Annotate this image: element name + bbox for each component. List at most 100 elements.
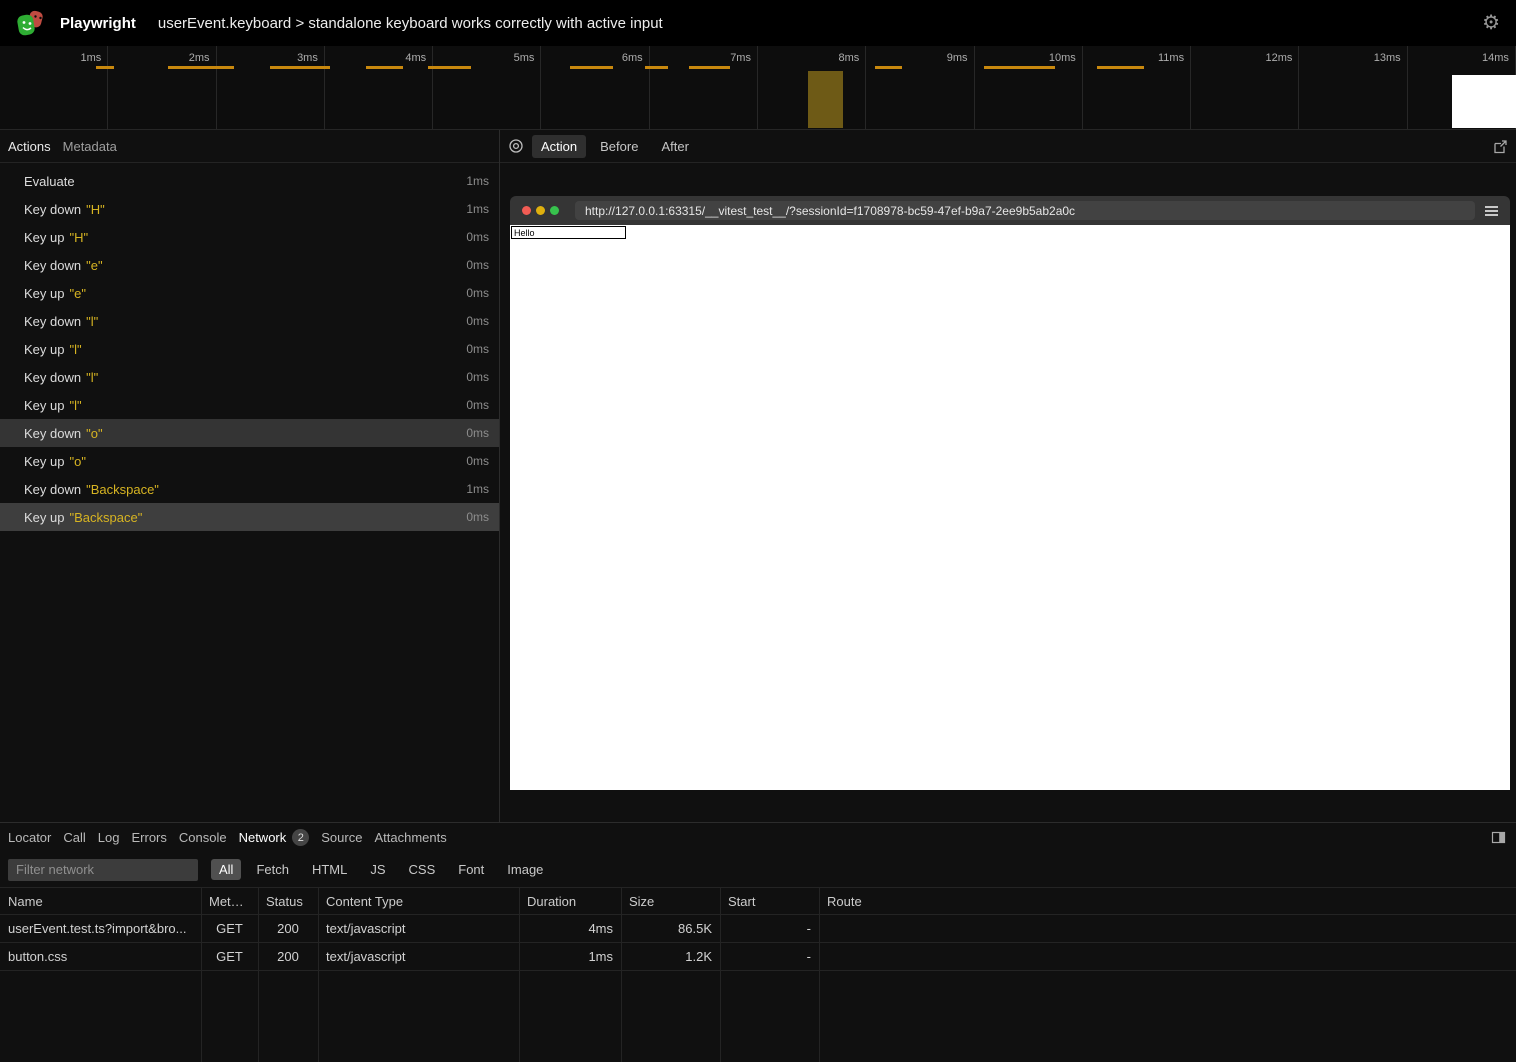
action-title: Key down (24, 426, 81, 441)
tab-action[interactable]: Action (532, 135, 586, 158)
action-row[interactable]: Key down"e"0ms (0, 251, 499, 279)
timeline-column: 10ms (975, 46, 1083, 129)
table-row[interactable]: userEvent.test.ts?import&bro...GET200tex… (0, 915, 1516, 943)
action-param: "Backspace" (69, 510, 142, 525)
column-header[interactable]: Method (201, 894, 258, 909)
filter-chip-css[interactable]: CSS (401, 859, 444, 880)
action-row[interactable]: Key down"Backspace"1ms (0, 475, 499, 503)
traffic-light-dots (522, 206, 559, 215)
test-title: userEvent.keyboard > standalone keyboard… (158, 15, 663, 32)
tab-actions[interactable]: Actions (2, 135, 57, 158)
tab-label: Errors (131, 830, 166, 845)
pick-locator-target-icon[interactable] (508, 138, 524, 154)
tab-label: Network (239, 830, 287, 845)
action-time-mark (689, 66, 730, 69)
tab-network[interactable]: Network2 (233, 825, 316, 850)
network-filter-chips: All Fetch HTML JS CSS Font Image (211, 859, 551, 880)
network-filter-input[interactable] (8, 859, 198, 881)
column-header[interactable]: Start (720, 894, 819, 909)
action-param: "l" (86, 314, 98, 329)
column-header[interactable]: Route (819, 894, 1516, 909)
close-dot-icon (522, 206, 531, 215)
action-duration: 0ms (466, 286, 489, 300)
action-param: "H" (86, 202, 105, 217)
timeline-column: 5ms (433, 46, 541, 129)
tab-before[interactable]: Before (591, 135, 647, 158)
tab-errors[interactable]: Errors (125, 826, 172, 849)
action-row[interactable]: Key up"e"0ms (0, 279, 499, 307)
action-row[interactable]: Key down "H" 1ms (0, 195, 499, 223)
network-filter-row: All Fetch HTML JS CSS Font Image (0, 852, 1516, 887)
action-row[interactable]: Evaluate1ms (0, 167, 499, 195)
tab-call[interactable]: Call (57, 826, 91, 849)
timeline[interactable]: 1ms2ms3ms4ms5ms6ms7ms8ms9ms10ms11ms12ms1… (0, 46, 1516, 130)
tab-source[interactable]: Source (315, 826, 368, 849)
column-header[interactable]: Name (0, 894, 201, 909)
action-row[interactable]: Key down"l"0ms (0, 363, 499, 391)
action-row[interactable]: Key up"l"0ms (0, 391, 499, 419)
tab-locator[interactable]: Locator (2, 826, 57, 849)
action-title: Key down (24, 202, 81, 217)
filter-chip-js[interactable]: JS (362, 859, 393, 880)
network-table-header: NameMethodStatusContent TypeDurationSize… (0, 887, 1516, 915)
timeline-selected-range[interactable] (808, 71, 843, 128)
page-text-input[interactable] (511, 226, 626, 239)
timeline-column: 13ms (1299, 46, 1407, 129)
column-separator (720, 887, 721, 1062)
column-header[interactable]: Size (621, 894, 720, 909)
action-row[interactable]: Key up"o"0ms (0, 447, 499, 475)
table-row[interactable]: button.cssGET200text/javascript1ms1.2K- (0, 943, 1516, 971)
action-param: "o" (86, 426, 102, 441)
action-title: Key up (24, 342, 64, 357)
table-cell: GET (201, 949, 258, 964)
column-header[interactable]: Duration (519, 894, 621, 909)
action-row[interactable]: Key down"o"0ms (0, 419, 499, 447)
timeline-tick-label: 8ms (838, 52, 859, 64)
film-strip-thumbnail[interactable] (1452, 75, 1516, 128)
filter-chip-font[interactable]: Font (450, 859, 492, 880)
column-header[interactable]: Status (258, 894, 318, 909)
action-row[interactable]: Key down"l"0ms (0, 307, 499, 335)
toggle-panel-layout-icon[interactable] (1491, 830, 1506, 845)
table-cell: 86.5K (621, 921, 720, 936)
action-time-mark (366, 66, 403, 69)
tab-attachments[interactable]: Attachments (368, 826, 452, 849)
filter-chip-image[interactable]: Image (499, 859, 551, 880)
window-menu-icon (1485, 206, 1498, 216)
timeline-column: 1ms (0, 46, 108, 129)
snapshot-tabstrip: ActionBeforeAfter (500, 130, 1516, 163)
table-cell: - (720, 949, 819, 964)
action-duration: 0ms (466, 370, 489, 384)
browser-chrome: http://127.0.0.1:63315/__vitest_test__/?… (510, 196, 1510, 225)
timeline-column: 11ms (1083, 46, 1191, 129)
timeline-tick-label: 13ms (1374, 52, 1401, 64)
tab-log[interactable]: Log (92, 826, 126, 849)
action-duration: 1ms (466, 174, 489, 188)
action-duration: 1ms (466, 202, 489, 216)
tab-after[interactable]: After (652, 135, 697, 158)
action-row[interactable]: Key up"l"0ms (0, 335, 499, 363)
column-header[interactable]: Content Type (318, 894, 519, 909)
action-time-mark (168, 66, 234, 69)
app-title: Playwright (60, 15, 136, 32)
timeline-tick-label: 3ms (297, 52, 318, 64)
tab-console[interactable]: Console (173, 826, 233, 849)
timeline-tick-label: 4ms (405, 52, 426, 64)
timeline-tick-label: 2ms (189, 52, 210, 64)
timeline-column: 3ms (217, 46, 325, 129)
filter-chip-html[interactable]: HTML (304, 859, 355, 880)
action-row[interactable]: Key up"H"0ms (0, 223, 499, 251)
tab-metadata[interactable]: Metadata (57, 135, 123, 158)
trace-viewer-app: Playwright userEvent.keyboard > standalo… (0, 0, 1516, 1062)
action-time-mark (96, 66, 114, 69)
filter-chip-fetch[interactable]: Fetch (248, 859, 297, 880)
settings-gear-icon[interactable]: ⚙ (1482, 13, 1500, 33)
timeline-tick-label: 10ms (1049, 52, 1076, 64)
open-external-icon[interactable] (1493, 139, 1508, 154)
bottom-panel: LocatorCallLog Errors ConsoleNetwork2Sourc… (0, 822, 1516, 1062)
action-title: Key up (24, 286, 64, 301)
page-url: http://127.0.0.1:63315/__vitest_test__/?… (585, 204, 1075, 218)
filter-chip-all[interactable]: All (211, 859, 241, 880)
action-row[interactable]: Key up"Backspace"0ms (0, 503, 499, 531)
action-param: "l" (69, 398, 81, 413)
